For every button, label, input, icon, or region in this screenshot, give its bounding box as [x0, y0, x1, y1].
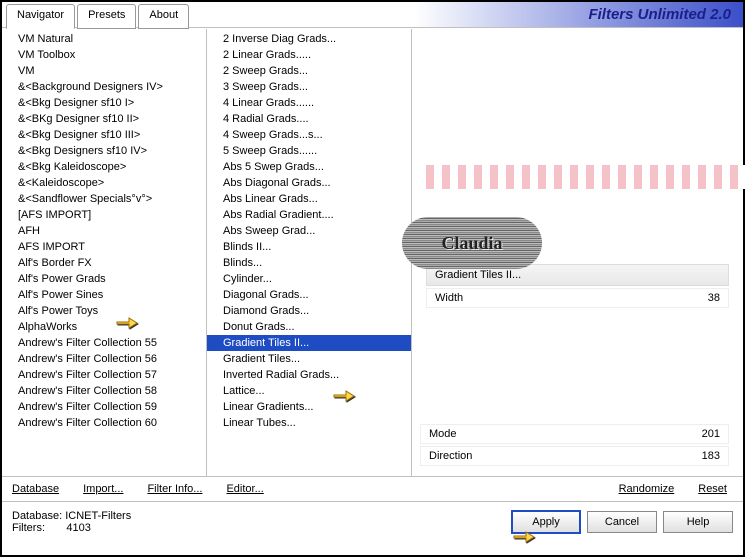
param-row[interactable]: Direction 183: [420, 446, 729, 466]
filter-item[interactable]: 2 Linear Grads.....: [207, 47, 411, 63]
preview-panel: Gradient Tiles II... Width 38 Mode 201 Dire…: [412, 29, 743, 476]
tab-presets[interactable]: Presets: [77, 4, 136, 29]
filter-item[interactable]: Abs Linear Grads...: [207, 191, 411, 207]
header-bar: Navigator Presets About Filters Unlimite…: [2, 2, 743, 28]
filter-item[interactable]: Linear Gradients...: [207, 399, 411, 415]
filter-item[interactable]: Abs 5 Swep Grads...: [207, 159, 411, 175]
category-item[interactable]: &<Bkg Kaleidoscope>: [2, 159, 206, 175]
category-item[interactable]: Alf's Power Toys: [2, 303, 206, 319]
category-item[interactable]: &<Bkg Designer sf10 III>: [2, 127, 206, 143]
filter-item[interactable]: Abs Diagonal Grads...: [207, 175, 411, 191]
editor-link[interactable]: Editor...: [226, 483, 263, 495]
filter-item[interactable]: Lattice...: [207, 383, 411, 399]
param-value: 201: [702, 428, 720, 440]
filter-item[interactable]: 2 Sweep Grads...: [207, 63, 411, 79]
randomize-link[interactable]: Randomize: [619, 483, 675, 495]
cancel-button[interactable]: Cancel: [587, 511, 657, 533]
category-item[interactable]: &<Bkg Designers sf10 IV>: [2, 143, 206, 159]
param-label: Direction: [429, 450, 472, 462]
filter-item[interactable]: Blinds II...: [207, 239, 411, 255]
apply-button[interactable]: Apply: [511, 510, 581, 534]
category-item[interactable]: Andrew's Filter Collection 59: [2, 399, 206, 415]
filter-item[interactable]: Linear Tubes...: [207, 415, 411, 431]
category-item[interactable]: VM Toolbox: [2, 47, 206, 63]
filter-item[interactable]: 2 Inverse Diag Grads...: [207, 31, 411, 47]
category-item[interactable]: &<Bkg Designer sf10 I>: [2, 95, 206, 111]
filter-item[interactable]: Blinds...: [207, 255, 411, 271]
category-item[interactable]: &<Background Designers IV>: [2, 79, 206, 95]
filter-name-display: Gradient Tiles II...: [426, 264, 729, 286]
param-value: 183: [702, 450, 720, 462]
filter-item[interactable]: 3 Sweep Grads...: [207, 79, 411, 95]
main-area: VM NaturalVM ToolboxVM&<Background Desig…: [2, 28, 743, 476]
filter-item[interactable]: Diamond Grads...: [207, 303, 411, 319]
reset-link[interactable]: Reset: [698, 483, 727, 495]
action-bar: Database: ICNET-Filters Filters: 4103 Ap…: [2, 501, 743, 542]
filter-item[interactable]: Gradient Tiles...: [207, 351, 411, 367]
category-item[interactable]: Andrew's Filter Collection 56: [2, 351, 206, 367]
filter-item[interactable]: 5 Sweep Grads......: [207, 143, 411, 159]
param-value: 38: [708, 292, 720, 304]
filter-item[interactable]: 4 Radial Grads....: [207, 111, 411, 127]
filter-item[interactable]: Abs Sweep Grad...: [207, 223, 411, 239]
category-item[interactable]: &<Kaleidoscope>: [2, 175, 206, 191]
category-item[interactable]: Andrew's Filter Collection 55: [2, 335, 206, 351]
link-bar: Database Import... Filter Info... Editor…: [2, 476, 743, 501]
param-label: Width: [435, 292, 463, 304]
tab-strip: Navigator Presets About: [2, 2, 195, 27]
category-item[interactable]: [AFS IMPORT]: [2, 207, 206, 223]
category-item[interactable]: VM: [2, 63, 206, 79]
filter-item[interactable]: Diagonal Grads...: [207, 287, 411, 303]
param-label: Mode: [429, 428, 457, 440]
category-item[interactable]: &<BKg Designer sf10 II>: [2, 111, 206, 127]
status-text: Database: ICNET-Filters Filters: 4103: [12, 510, 131, 534]
filter-item[interactable]: Gradient Tiles II...: [207, 335, 411, 351]
filter-item[interactable]: 4 Sweep Grads...s...: [207, 127, 411, 143]
import-link[interactable]: Import...: [83, 483, 123, 495]
filter-item[interactable]: Abs Radial Gradient....: [207, 207, 411, 223]
category-item[interactable]: Alf's Power Sines: [2, 287, 206, 303]
filter-item[interactable]: 4 Linear Grads......: [207, 95, 411, 111]
filter-item[interactable]: Cylinder...: [207, 271, 411, 287]
category-item[interactable]: AFS IMPORT: [2, 239, 206, 255]
category-item[interactable]: Alf's Border FX: [2, 255, 206, 271]
category-item[interactable]: Andrew's Filter Collection 60: [2, 415, 206, 431]
category-list[interactable]: VM NaturalVM ToolboxVM&<Background Desig…: [2, 29, 207, 476]
tab-navigator[interactable]: Navigator: [6, 4, 75, 29]
category-item[interactable]: Alf's Power Grads: [2, 271, 206, 287]
help-button[interactable]: Help: [663, 511, 733, 533]
filter-item[interactable]: Inverted Radial Grads...: [207, 367, 411, 383]
category-item[interactable]: Andrew's Filter Collection 57: [2, 367, 206, 383]
app-title: Filters Unlimited 2.0: [195, 2, 743, 27]
param-row[interactable]: Width 38: [426, 288, 729, 308]
filter-item[interactable]: Donut Grads...: [207, 319, 411, 335]
filter-info-link[interactable]: Filter Info...: [147, 483, 202, 495]
param-row[interactable]: Mode 201: [420, 424, 729, 444]
category-item[interactable]: AlphaWorks: [2, 319, 206, 335]
category-item[interactable]: &<Sandflower Specials°v°>: [2, 191, 206, 207]
filter-list[interactable]: 2 Inverse Diag Grads...2 Linear Grads...…: [207, 29, 412, 476]
category-item[interactable]: AFH: [2, 223, 206, 239]
category-item[interactable]: VM Natural: [2, 31, 206, 47]
database-link[interactable]: Database: [12, 483, 59, 495]
preview-image: [426, 165, 716, 189]
tab-about[interactable]: About: [138, 4, 189, 29]
category-item[interactable]: Andrew's Filter Collection 58: [2, 383, 206, 399]
